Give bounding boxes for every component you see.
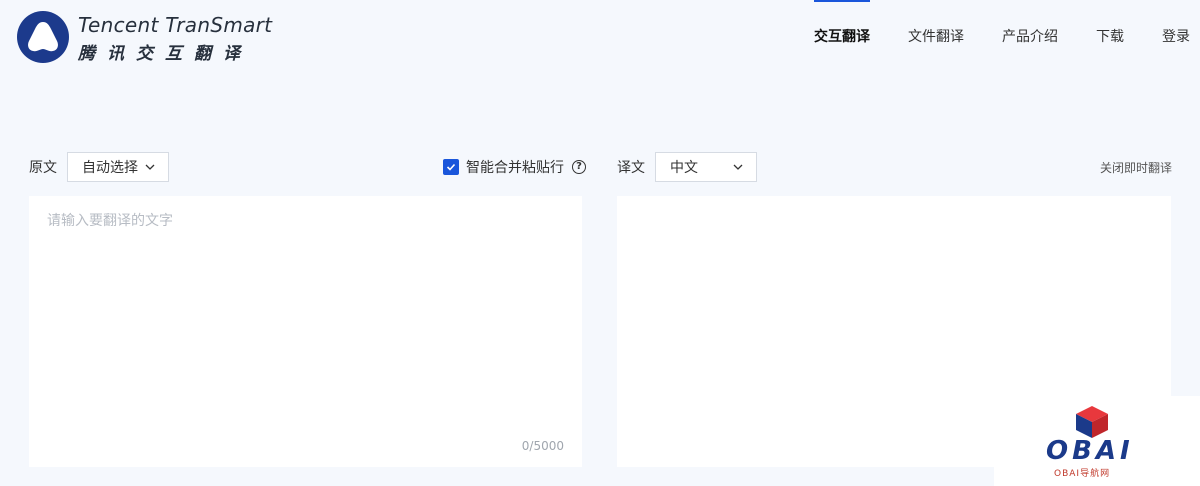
top-nav: 交互翻译 文件翻译 产品介绍 下载 登录 xyxy=(776,0,1190,80)
target-label: 译文 xyxy=(617,160,645,176)
nav-item-download[interactable]: 下载 xyxy=(1096,0,1124,74)
nav-item-login[interactable]: 登录 xyxy=(1162,0,1190,74)
nav-item-file-translate[interactable]: 文件翻译 xyxy=(908,0,964,74)
help-icon[interactable]: ? xyxy=(572,160,586,174)
watermark-subtext: OBAI导航网 xyxy=(1054,469,1111,479)
brand-name-en: Tencent TranSmart xyxy=(78,13,273,37)
source-panel: 0/5000 xyxy=(29,196,582,467)
smart-merge-label: 智能合并粘贴行 xyxy=(466,160,564,176)
target-language-value: 中文 xyxy=(670,160,698,176)
tencent-transmart-logo-icon xyxy=(17,11,69,63)
brand-name-cn: 腾讯交互翻译 xyxy=(78,44,252,64)
smart-merge-option: 智能合并粘贴行 ? xyxy=(443,152,586,182)
source-toolbar: 原文 自动选择 xyxy=(29,152,169,182)
check-icon xyxy=(446,163,456,171)
realtime-toggle-row: 关闭即时翻译 xyxy=(1100,152,1172,182)
source-label: 原文 xyxy=(29,160,57,176)
source-text-input[interactable] xyxy=(47,210,547,410)
nav-item-product-intro[interactable]: 产品介绍 xyxy=(1002,0,1058,74)
header: Tencent TranSmart 腾讯交互翻译 交互翻译 文件翻译 产品介绍 … xyxy=(0,0,1200,80)
smart-merge-checkbox[interactable] xyxy=(443,159,459,175)
obai-watermark: OBAI OBAI导航网 xyxy=(994,396,1200,486)
nav-item-interactive-translate[interactable]: 交互翻译 xyxy=(814,0,870,74)
target-language-select[interactable]: 中文 xyxy=(655,152,757,182)
watermark-text: OBAI xyxy=(1046,436,1134,466)
source-language-value: 自动选择 xyxy=(82,160,138,176)
target-toolbar: 译文 中文 xyxy=(617,152,757,182)
realtime-translate-toggle[interactable]: 关闭即时翻译 xyxy=(1100,159,1172,176)
char-counter: 0/5000 xyxy=(521,439,564,453)
chevron-down-icon xyxy=(733,164,743,170)
source-language-select[interactable]: 自动选择 xyxy=(67,152,169,182)
chevron-down-icon xyxy=(145,164,155,170)
brand-logo[interactable]: Tencent TranSmart 腾讯交互翻译 xyxy=(16,9,276,65)
